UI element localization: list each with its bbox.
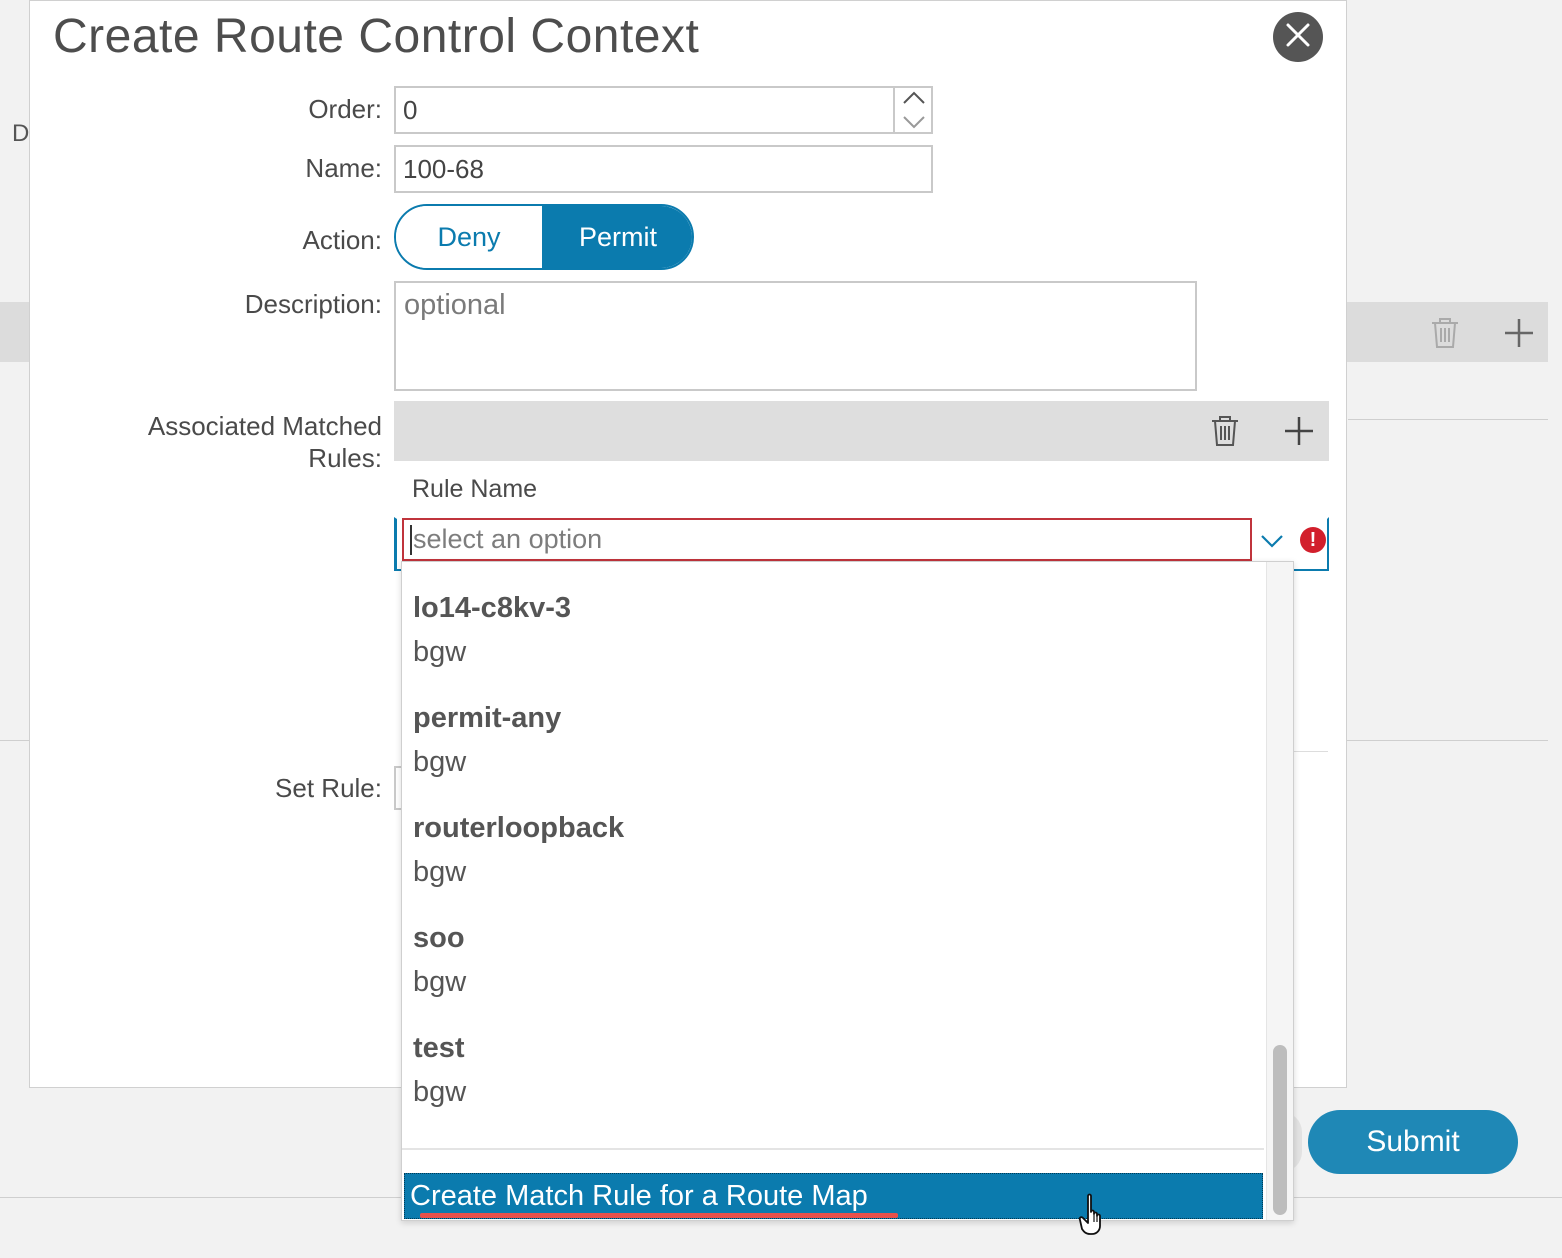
increment-button[interactable] [895,86,933,110]
plus-icon[interactable] [1282,414,1316,453]
hand-pointer-icon [1078,1192,1114,1241]
decrement-button[interactable] [895,110,933,134]
order-input[interactable]: 0 [394,86,933,134]
option-tenant: bgw [413,636,467,668]
rule-name-column-header: Rule Name [412,475,538,503]
option-name: soo [413,922,465,954]
option-name: routerloopback [413,812,625,844]
select-placeholder: select an option [413,524,603,554]
dropdown-divider [402,1148,1264,1150]
submit-button[interactable]: Submit [1308,1110,1518,1174]
rule-name-select-input[interactable]: select an option [402,518,1252,561]
deny-option[interactable]: Deny [396,206,544,268]
text-cursor [410,524,412,555]
name-input[interactable]: 100-68 [394,145,933,193]
label-line: Rules: [308,443,382,473]
highlight-underline [420,1213,898,1218]
description-textarea[interactable]: optional [394,281,1197,391]
option-tenant: bgw [413,1076,467,1108]
option-tenant: bgw [413,856,467,888]
background-divider [1348,419,1548,420]
scrollbar-thumb[interactable] [1273,1045,1287,1215]
order-stepper[interactable] [893,86,933,134]
order-label: Order: [308,94,382,124]
chevron-down-icon[interactable] [1254,523,1290,559]
action-toggle: Deny Permit [394,204,694,270]
dropdown-option[interactable]: permit-any bgw [413,699,1253,781]
background-trash-icon [1428,316,1462,355]
set-rule-label: Set Rule: [275,773,382,803]
error-icon: ! [1300,527,1326,553]
matched-rules-toolbar [394,401,1329,461]
associated-matched-rules-label: Associated Matched Rules: [22,410,382,474]
description-label: Description: [244,289,382,319]
divider [1292,751,1328,752]
background-plus-icon [1502,316,1536,355]
dropdown-option[interactable]: soo bgw [413,919,1253,1001]
dialog-title: Create Route Control Context [53,10,700,63]
dropdown-option[interactable]: lo14-c8kv-3 bgw [413,589,1253,671]
option-tenant: bgw [413,746,467,778]
name-value: 100-68 [403,153,484,184]
dropdown-option[interactable]: test bgw [413,1029,1253,1111]
close-icon [1285,22,1311,53]
trash-icon[interactable] [1208,414,1242,453]
close-button[interactable] [1273,12,1323,62]
option-name: lo14-c8kv-3 [413,592,571,624]
description-placeholder: optional [404,289,506,321]
rule-name-dropdown: lo14-c8kv-3 bgw permit-any bgw routerloo… [401,561,1294,1221]
label-line: Associated Matched [147,411,382,441]
action-label: Action: [302,225,383,255]
option-tenant: bgw [413,966,467,998]
option-name: permit-any [413,702,562,734]
dropdown-scrollbar[interactable] [1266,562,1293,1220]
option-name: test [413,1032,465,1064]
permit-option[interactable]: Permit [544,206,692,268]
order-value: 0 [403,94,418,125]
dropdown-option[interactable]: routerloopback bgw [413,809,1253,891]
name-label: Name: [305,153,382,183]
